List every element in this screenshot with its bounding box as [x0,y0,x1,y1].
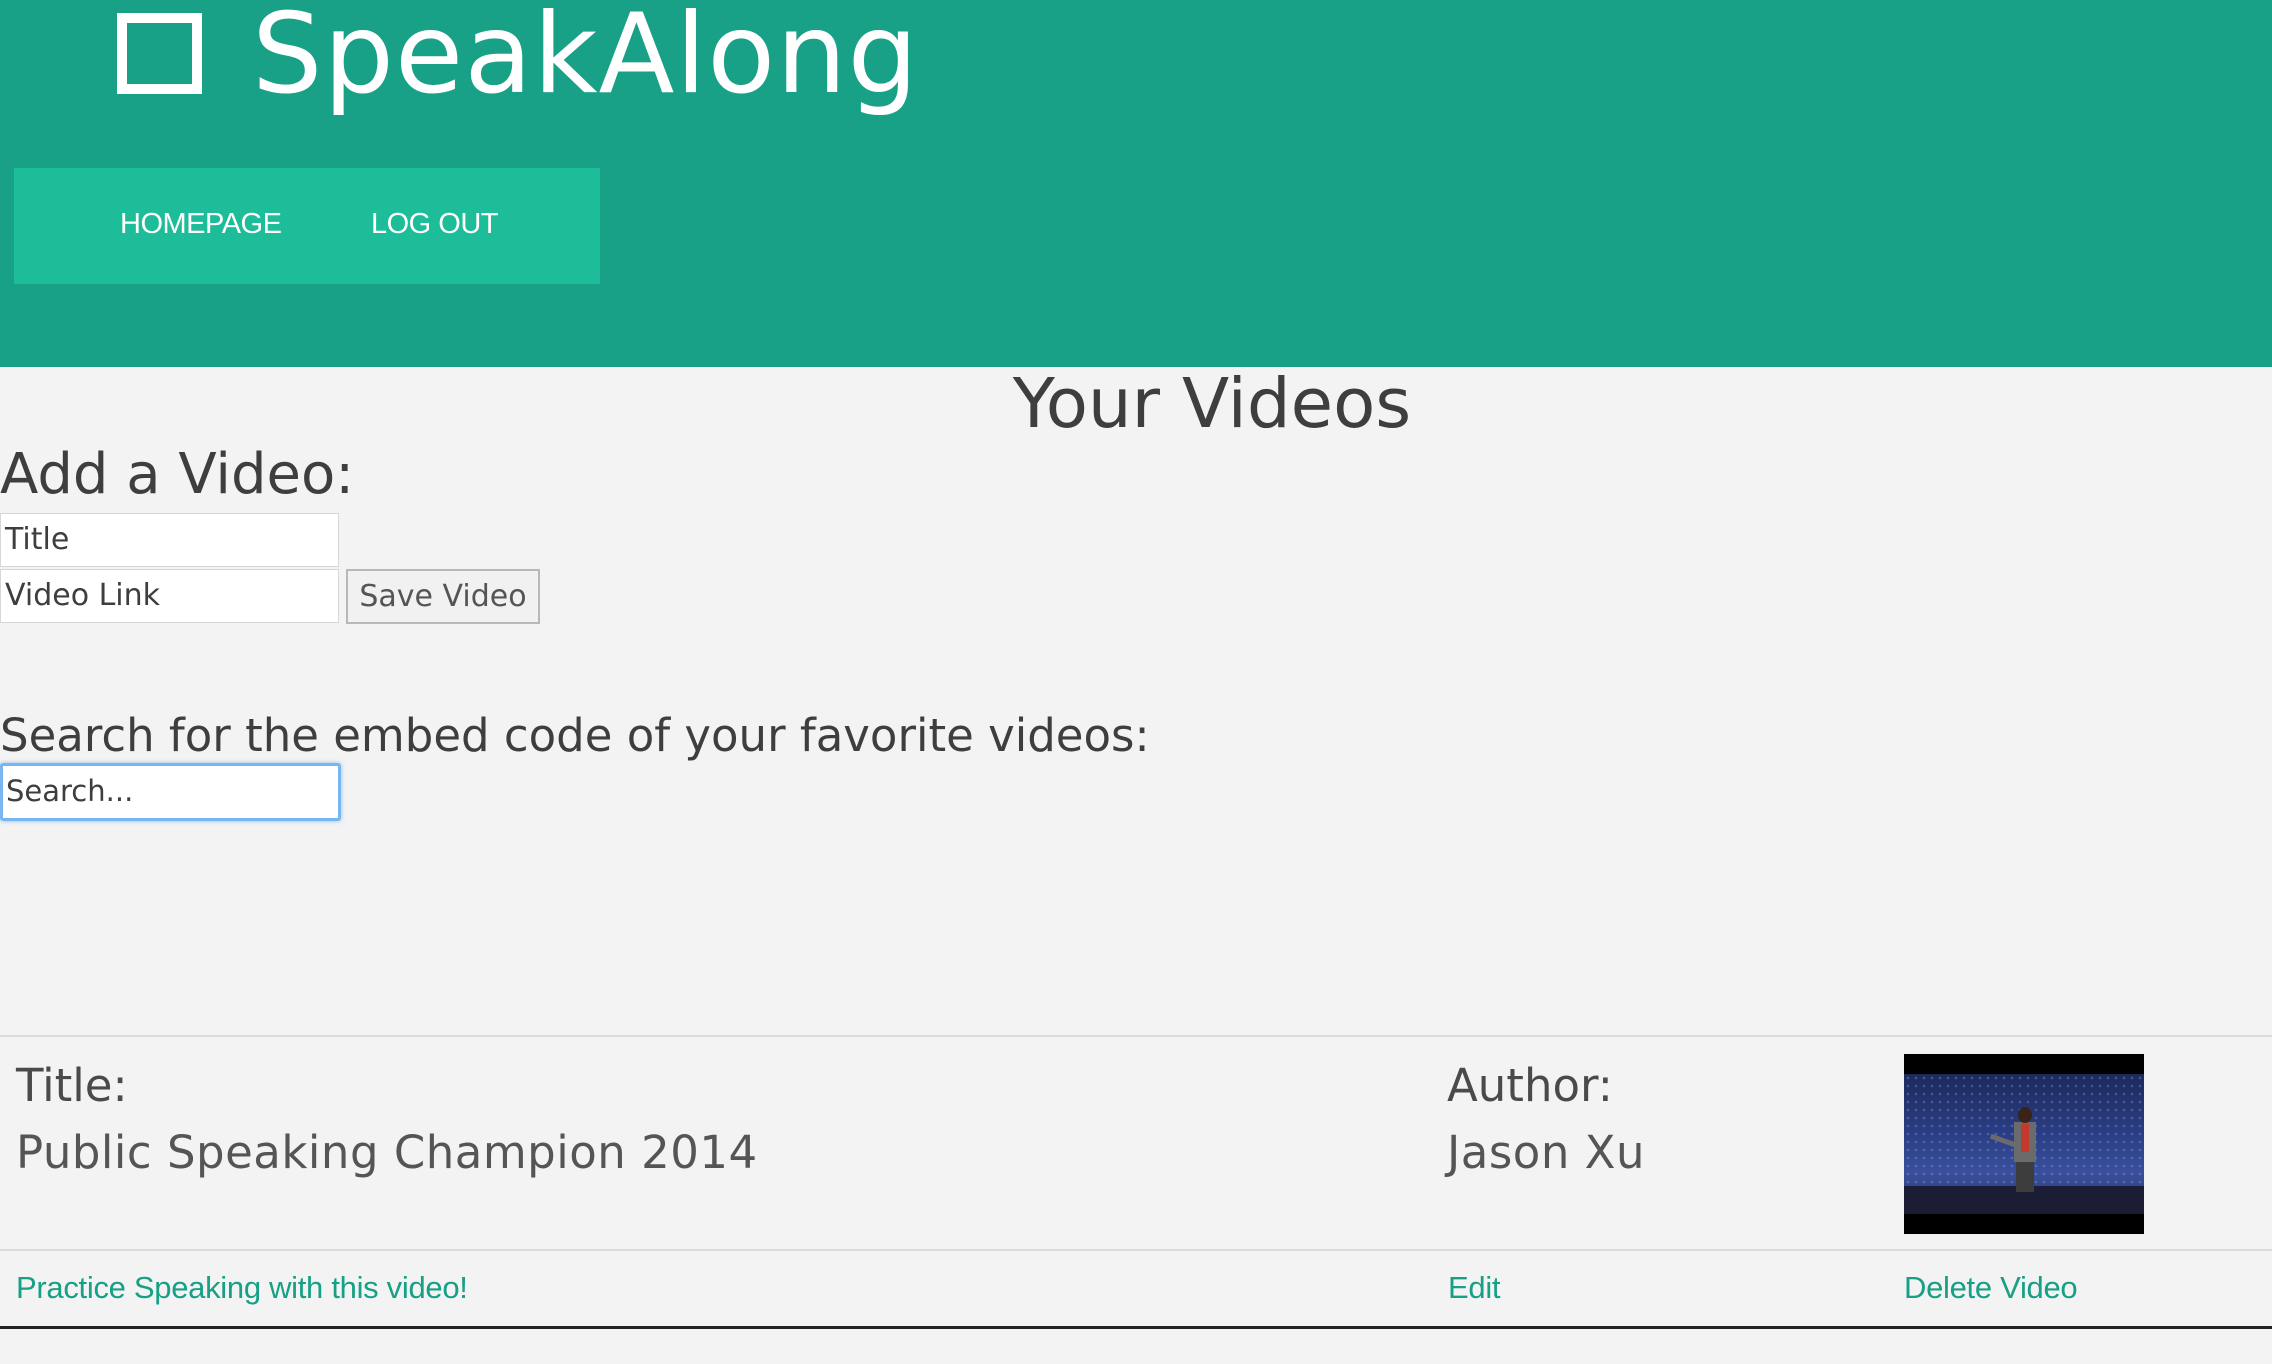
practice-speaking-link[interactable]: Practice Speaking with this video! [16,1268,468,1308]
nav-homepage-link[interactable]: HOMEPAGE [120,208,282,241]
search-input[interactable]: Search... [0,763,341,821]
page-title: Your Videos [1012,364,1412,444]
divider [0,1035,2272,1037]
video-title: Public Speaking Champion 2014 [16,1126,758,1179]
thumbnail-stage [1904,1074,2144,1214]
video-thumbnail[interactable] [1904,1054,2144,1234]
delete-video-link[interactable]: Delete Video [1904,1268,2078,1308]
video-title-input[interactable]: Title [0,513,339,567]
divider [0,1249,2272,1251]
video-title-label: Title: [16,1059,128,1112]
site-brand[interactable]: SpeakAlong [252,0,919,120]
add-video-heading: Add a Video: [0,442,355,507]
divider [0,1326,2272,1329]
thumbnail-speaker-shirt [2021,1124,2029,1152]
edit-video-link[interactable]: Edit [1448,1268,1501,1308]
search-heading: Search for the embed code of your favori… [0,709,1150,762]
site-header: SpeakAlong HOMEPAGE LOG OUT [0,0,2272,367]
video-link-input[interactable]: Video Link [0,569,339,623]
video-author-label: Author: [1447,1059,1613,1112]
square-outline-icon [117,13,202,94]
thumbnail-speaker-head [2018,1107,2032,1123]
save-video-button[interactable]: Save Video [346,569,540,624]
thumbnail-speaker-arm [1989,1133,2017,1148]
nav-logout-link[interactable]: LOG OUT [371,208,499,241]
thumbnail-speaker-legs [2016,1162,2034,1192]
video-author: Jason Xu [1447,1126,1645,1179]
main-nav: HOMEPAGE LOG OUT [14,168,600,284]
